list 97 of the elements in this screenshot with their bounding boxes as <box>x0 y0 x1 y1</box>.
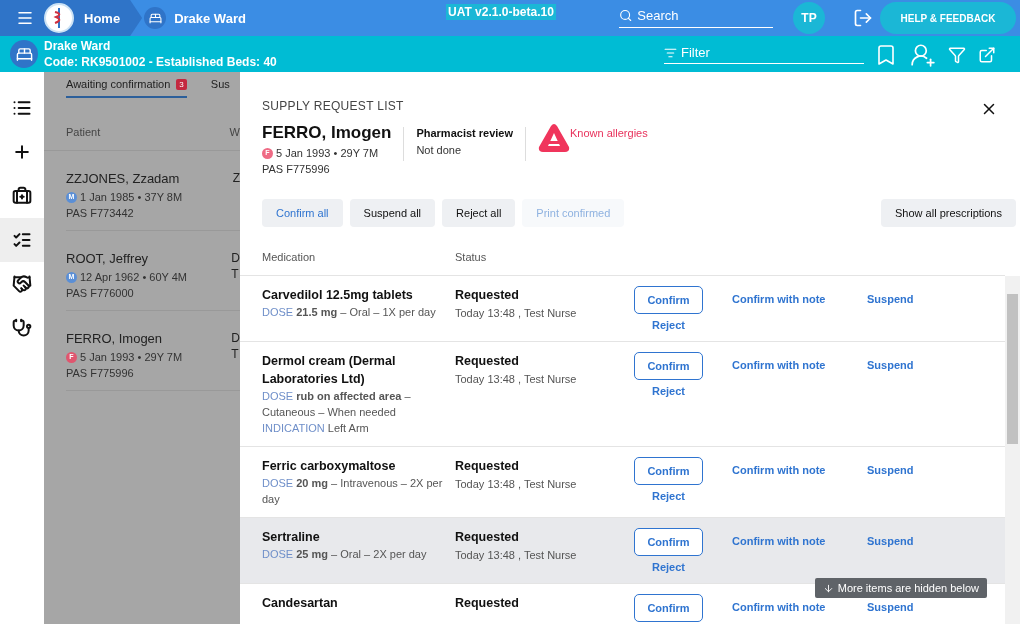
confirm-with-note-link[interactable]: Confirm with note <box>732 293 867 305</box>
suspend-link[interactable]: Suspend <box>867 464 983 476</box>
confirm-with-note-link[interactable]: Confirm with note <box>732 601 867 613</box>
request-meta: Today 13:48 , Test Nurse <box>455 306 578 321</box>
patient-dob: 12 Apr 1962 • 60Y 4M <box>80 270 187 285</box>
ward-link[interactable]: Drake Ward <box>174 10 246 26</box>
logout-icon[interactable] <box>853 8 873 28</box>
medication-name: Candesartan <box>262 595 339 612</box>
filter-field[interactable]: Filter <box>678 44 864 61</box>
help-feedback-button[interactable]: HELP & FEEDBACK <box>880 2 1016 34</box>
confirm-with-note-link[interactable]: Confirm with note <box>732 535 867 547</box>
column-header: Status <box>455 251 488 263</box>
allergy-warning-icon <box>538 123 571 153</box>
list-tab[interactable]: Sus <box>210 78 230 98</box>
list-icon <box>12 98 32 118</box>
action-button[interactable]: Confirm all <box>262 199 343 227</box>
patient-dob: 5 Jan 1993 • 29Y 7M <box>276 146 379 161</box>
suspend-link[interactable]: Suspend <box>867 601 983 613</box>
arrow-down-icon <box>822 582 834 594</box>
confirm-button[interactable]: Confirm <box>634 286 703 314</box>
request-status: Requested <box>455 529 520 546</box>
sidebar-item[interactable] <box>0 218 44 262</box>
patient-name: FERRO, Imogen <box>66 331 164 346</box>
add-icon <box>12 142 32 162</box>
medication-detail: DOSE rub on affected area – Cutaneous – When needed <box>262 389 412 420</box>
suspend-link[interactable]: Suspend <box>867 293 983 305</box>
reject-link[interactable]: Reject <box>652 490 685 502</box>
table-cell: D <box>231 251 240 265</box>
table-cell: T <box>231 347 240 361</box>
medical-icon <box>12 186 32 206</box>
request-status: Requested <box>455 595 520 612</box>
action-button[interactable]: Suspend all <box>349 199 436 227</box>
patient-dob: 1 Jan 1985 • 37Y 8M <box>80 190 183 205</box>
medication-row[interactable]: Sertraline DOSE 25 mg – Oral – 2X per day Requested Today 13:48 , Test Nurse Confirm Reject Confirm with note Suspend <box>240 518 1005 584</box>
review-value: Not done <box>416 144 463 156</box>
ward-details: Code: RK9501002 - Established Beds: 40 <box>44 54 277 70</box>
patient-name: ZZJONES, Zzadam <box>66 171 181 186</box>
table-cell: T <box>231 267 240 281</box>
medication-detail: INDICATION Left Arm <box>262 421 370 436</box>
patient-pas: PAS F776000 <box>66 286 135 301</box>
confirm-button[interactable]: Confirm <box>634 457 703 485</box>
medication-detail: DOSE 25 mg – Oral – 2X per day <box>262 547 428 562</box>
medication-detail: DOSE 20 mg – Intravenous – 2X per day <box>262 476 444 507</box>
user-avatar[interactable]: TP <box>793 2 825 34</box>
table-cell: D <box>231 331 240 345</box>
search-icon <box>619 8 633 23</box>
count-badge: 3 <box>176 78 187 90</box>
request-meta: Today 13:48 , Test Nurse <box>455 372 578 387</box>
bed-icon <box>10 40 38 68</box>
panel-title: SUPPLY REQUEST LIST <box>262 99 404 113</box>
suspend-link[interactable]: Suspend <box>867 535 983 547</box>
patient-pas: PAS F775996 <box>262 162 331 177</box>
reject-link[interactable]: Reject <box>652 561 685 573</box>
ward-name: Drake Ward <box>44 38 112 54</box>
scrollbar[interactable] <box>1005 276 1020 624</box>
medication-name: Carvedilol 12.5mg tablets <box>262 287 414 304</box>
confirm-button[interactable]: Confirm <box>634 594 703 622</box>
request-status: Requested <box>455 458 520 475</box>
patient-name: ROOT, Jeffrey <box>66 251 150 266</box>
column-header: Patient <box>66 126 101 138</box>
review-label: Pharmacist review <box>416 127 514 139</box>
request-status: Requested <box>455 353 520 370</box>
version-label: UAT v2.1.0-beta.10 <box>446 4 556 20</box>
more-items-tooltip: More items are hidden below <box>814 578 987 598</box>
confirm-with-note-link[interactable]: Confirm with note <box>732 464 867 476</box>
allergy-warning: Known allergies <box>570 127 648 139</box>
action-button[interactable]: Reject all <box>442 199 516 227</box>
patient-name: FERRO, Imogen <box>262 123 392 143</box>
confirm-with-note-link[interactable]: Confirm with note <box>732 359 867 371</box>
search-field[interactable]: Search <box>635 7 773 24</box>
patient-dob: 5 Jan 1993 • 29Y 7M <box>80 350 183 365</box>
request-meta: Today 13:48 , Test Nurse <box>455 548 578 563</box>
table-cell: Z <box>232 171 240 185</box>
logo-icon <box>44 3 74 33</box>
medication-name: Sertraline <box>262 529 321 546</box>
list-tab[interactable]: Awaiting confirmation 3 <box>66 78 187 98</box>
medication-name: Ferric carboxymaltose <box>262 458 397 475</box>
home-link[interactable]: Home <box>84 10 121 26</box>
bed-icon <box>144 7 167 29</box>
handshake-icon <box>12 274 32 294</box>
suspend-link[interactable]: Suspend <box>867 359 983 371</box>
patient-pas: PAS F775996 <box>66 366 135 381</box>
column-header: Medication <box>262 251 317 263</box>
stethoscope-icon <box>12 318 32 338</box>
confirm-button[interactable]: Confirm <box>634 528 703 556</box>
show-all-button[interactable]: Show all prescriptions <box>881 199 1016 227</box>
checklist-icon <box>12 230 32 250</box>
medication-detail: DOSE 21.5 mg – Oral – 1X per day <box>262 305 437 320</box>
reject-link[interactable]: Reject <box>652 319 685 331</box>
menu-icon[interactable] <box>16 9 34 27</box>
medication-name: Dermol cream (Dermal Laboratories Ltd) <box>262 353 397 388</box>
column-header: W <box>229 126 240 138</box>
reject-link[interactable]: Reject <box>652 385 685 397</box>
confirm-button[interactable]: Confirm <box>634 352 703 380</box>
request-status: Requested <box>455 287 520 304</box>
patient-pas: PAS F773442 <box>66 206 135 221</box>
request-meta: Today 13:48 , Test Nurse <box>455 477 578 492</box>
